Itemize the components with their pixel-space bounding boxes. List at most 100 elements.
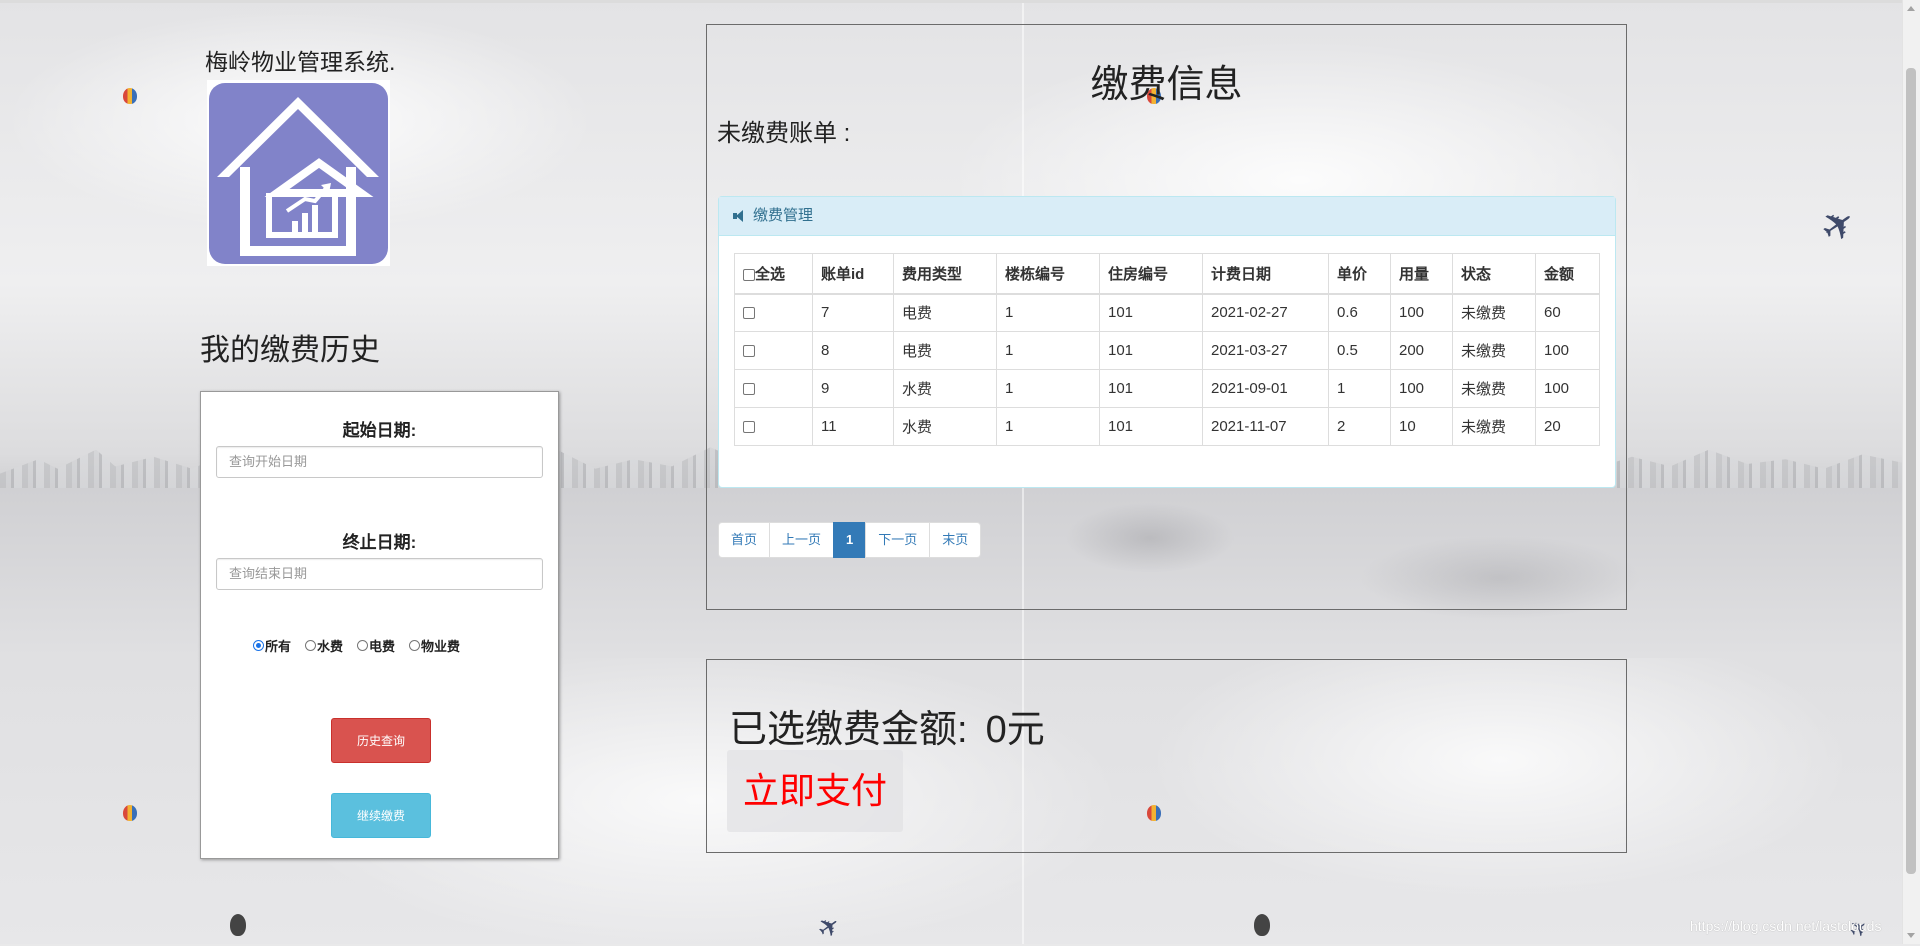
table-row: 8 电费 1 101 2021-03-27 0.5 200 未缴费 100 [734,331,1600,370]
first-page-link[interactable]: 首页 [718,522,771,558]
table-row: 7 电费 1 101 2021-02-27 0.6 100 未缴费 60 [734,293,1600,332]
table-cell: 电费 [893,331,997,370]
payment-summary-panel: 已选缴费金额: 0元 立即支付 [706,659,1627,853]
row-checkbox[interactable] [743,307,755,320]
history-query-form: 起始日期: 查询开始日期 终止日期: 查询结束日期 所有 水费 电费 物业费 历… [200,391,559,859]
radio-property[interactable]: 物业费 [409,636,460,655]
table-cell: 9 [812,369,894,408]
radio-button[interactable] [305,640,317,651]
table-cell: 电费 [893,293,997,332]
column-header: 全选 [755,265,786,283]
balloon-icon [123,88,137,104]
end-date-input[interactable]: 查询结束日期 [216,558,543,590]
system-logo [207,80,390,266]
select-all-header[interactable]: 全选 [734,253,813,295]
column-header: 住房编号 [1099,253,1203,295]
table-cell: 2021-03-27 [1202,331,1329,370]
payment-info-title: 缴费信息 [1090,64,1243,106]
table-cell: 100 [1535,331,1600,370]
system-title: 梅岭物业管理系统. [205,49,396,75]
continue-payment-button[interactable]: 继续缴费 [331,793,431,838]
select-all-checkbox[interactable] [743,268,755,281]
history-query-button[interactable]: 历史查询 [331,718,431,763]
column-header: 楼栋编号 [996,253,1100,295]
table-cell: 100 [1390,293,1453,332]
table-cell: 101 [1099,369,1203,408]
column-header: 费用类型 [893,253,997,295]
scroll-down-arrow-icon[interactable] [1907,933,1915,938]
payment-management-panel: 缴费管理 全选 账单id 费用类型 楼栋编号 住房编号 计费日期 单价 用量 状… [718,196,1616,488]
table-cell: 水费 [893,369,997,408]
table-cell: 2021-09-01 [1202,369,1329,408]
pagination: 首页 上一页 1 下一页 末页 [718,522,982,558]
next-page-link[interactable]: 下一页 [865,522,931,558]
table-cell: 100 [1535,369,1600,408]
vertical-scrollbar[interactable] [1902,0,1920,944]
table-cell: 1 [996,369,1100,408]
panel-heading-label: 缴费管理 [753,207,814,224]
radio-button[interactable] [357,640,369,651]
end-date-label: 终止日期: [342,533,417,552]
speaker-icon [733,210,745,222]
row-checkbox[interactable] [743,345,755,358]
table-row: 9 水费 1 101 2021-09-01 1 100 未缴费 100 [734,369,1600,408]
radio-label: 物业费 [421,639,461,654]
table-row: 11 水费 1 101 2021-11-07 2 10 未缴费 20 [734,407,1600,446]
radio-label: 电费 [369,639,396,654]
table-cell: 未缴费 [1452,293,1536,332]
table-cell: 101 [1099,407,1203,446]
table-cell: 60 [1535,293,1600,332]
table-cell: 0.6 [1328,293,1391,332]
column-header: 状态 [1452,253,1536,295]
current-page[interactable]: 1 [833,522,867,558]
bills-table: 全选 账单id 费用类型 楼栋编号 住房编号 计费日期 单价 用量 状态 金额 … [734,253,1600,446]
scroll-up-arrow-icon[interactable] [1907,6,1915,11]
unpaid-bills-label: 未缴费账单 : [717,120,851,147]
balloon-icon [230,914,246,936]
table-cell: 2 [1328,407,1391,446]
row-select-cell[interactable] [734,293,813,332]
table-cell: 8 [812,331,894,370]
table-cell: 10 [1390,407,1453,446]
table-cell: 2021-11-07 [1202,407,1329,446]
row-select-cell[interactable] [734,331,813,370]
table-cell: 未缴费 [1452,407,1536,446]
radio-electricity[interactable]: 电费 [357,636,395,655]
row-select-cell[interactable] [734,407,813,446]
table-cell: 100 [1390,369,1453,408]
scrollbar-thumb[interactable] [1906,68,1916,874]
radio-button[interactable] [253,640,264,651]
row-select-cell[interactable] [734,369,813,408]
panel-heading: 缴费管理 [719,197,1615,236]
radio-all[interactable]: 所有 [253,636,291,655]
radio-label: 水费 [317,639,344,654]
column-header: 单价 [1328,253,1391,295]
column-header: 金额 [1535,253,1600,295]
top-border [0,0,1903,3]
radio-label: 所有 [265,639,292,654]
row-checkbox[interactable] [743,421,755,434]
prev-page-link[interactable]: 上一页 [769,522,835,558]
table-cell: 7 [812,293,894,332]
selected-amount-label: 已选缴费金额: [729,709,968,751]
column-header: 用量 [1390,253,1453,295]
logo-house-icon [209,83,388,264]
radio-water[interactable]: 水费 [305,636,343,655]
start-date-input[interactable]: 查询开始日期 [216,446,543,478]
watermark-text: https://blog.csdn.net/lastclouds [1690,918,1882,934]
table-cell: 1 [996,293,1100,332]
table-cell: 101 [1099,331,1203,370]
balloon-icon [123,805,137,821]
selected-amount-line: 已选缴费金额: 0元 [729,698,1045,753]
table-cell: 200 [1390,331,1453,370]
last-page-link[interactable]: 末页 [929,522,982,558]
table-cell: 101 [1099,293,1203,332]
row-checkbox[interactable] [743,383,755,396]
radio-button[interactable] [409,640,421,651]
fee-type-radio-group: 所有 水费 电费 物业费 [253,636,460,655]
pay-now-button[interactable]: 立即支付 [727,750,903,832]
table-cell: 未缴费 [1452,369,1536,408]
history-title: 我的缴费历史 [200,334,380,367]
table-cell: 0.5 [1328,331,1391,370]
table-cell: 水费 [893,407,997,446]
